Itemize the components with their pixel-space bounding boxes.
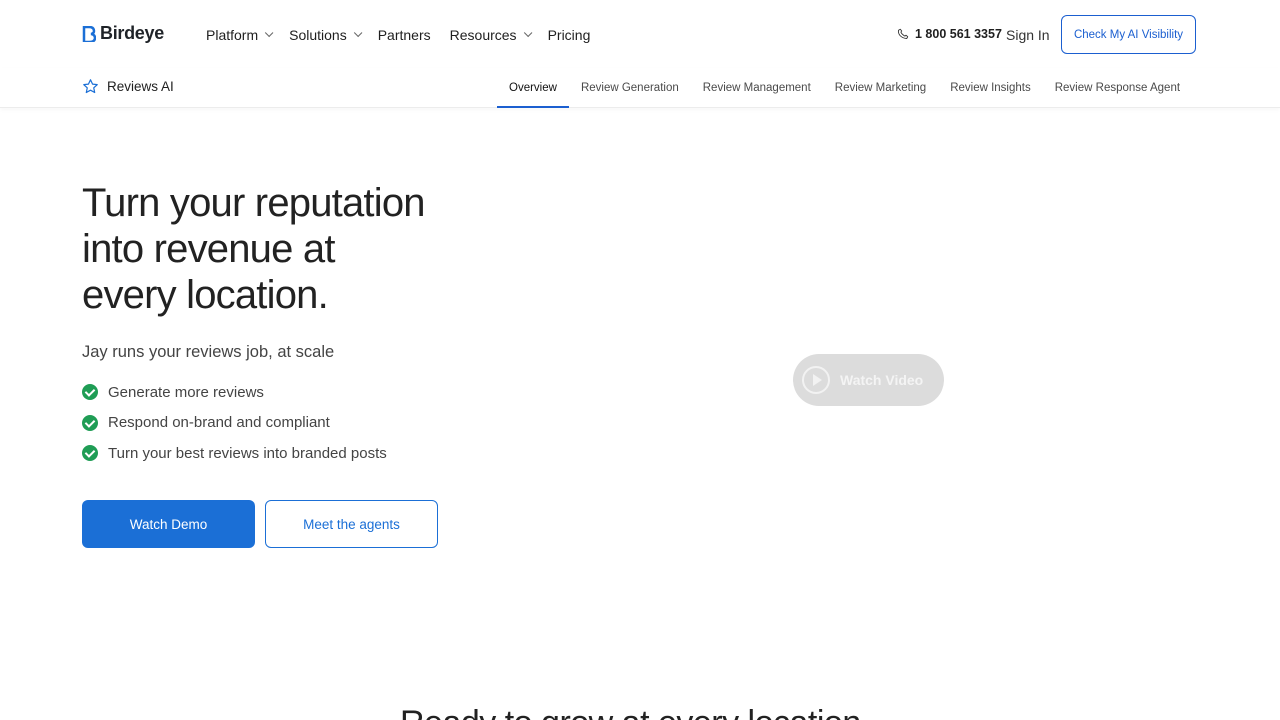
product-tabs: Overview Review Generation Review Manage… <box>497 68 1192 108</box>
check-circle-icon <box>82 414 98 431</box>
tab-review-management[interactable]: Review Management <box>691 68 823 108</box>
hero-subtitle: Jay runs your reviews job, at scale <box>82 343 335 361</box>
nav-platform-label: Platform <box>206 27 259 43</box>
star-icon <box>83 79 98 94</box>
chevron-down-icon <box>353 28 363 38</box>
top-navigation: Birdeye Platform Solutions Partners Reso… <box>0 0 1280 68</box>
list-item-label: Generate more reviews <box>108 383 264 401</box>
chevron-down-icon <box>265 28 274 38</box>
brand-name: Birdeye <box>100 23 164 43</box>
tab-review-insights[interactable]: Review Insights <box>938 68 1043 108</box>
birdeye-logo[interactable]: Birdeye <box>82 23 164 44</box>
nav-partners[interactable]: Partners <box>378 27 431 43</box>
product-subnav: Reviews AI Overview Review Generation Re… <box>0 68 1280 108</box>
next-section-heading: Ready to grow at every location <box>400 704 861 720</box>
tab-overview[interactable]: Overview <box>497 68 569 108</box>
list-item-label: Turn your best reviews into branded post… <box>108 444 387 462</box>
tab-review-generation[interactable]: Review Generation <box>569 68 691 108</box>
nav-pricing-label: Pricing <box>547 27 591 43</box>
chevron-down-icon <box>523 28 532 38</box>
phone-icon <box>897 28 909 39</box>
check-ai-visibility-button[interactable]: Check My AI Visibility <box>1061 15 1196 54</box>
sign-in-link[interactable]: Sign In <box>1006 27 1050 43</box>
list-item: Turn your best reviews into branded post… <box>82 438 387 469</box>
list-item-label: Respond on-brand and compliant <box>108 414 330 432</box>
nav-partners-label: Partners <box>377 27 431 43</box>
tab-review-marketing[interactable]: Review Marketing <box>823 68 938 108</box>
nav-resources-label: Resources <box>449 27 517 43</box>
check-circle-icon <box>82 445 98 462</box>
phone-link[interactable]: 1 800 561 3357 <box>897 27 1002 41</box>
nav-platform[interactable]: Platform <box>206 27 274 43</box>
feature-list: Generate more reviews Respond on-brand a… <box>82 377 387 469</box>
tab-review-response-agent[interactable]: Review Response Agent <box>1043 68 1192 108</box>
nav-solutions-label: Solutions <box>289 27 347 43</box>
watch-video-button[interactable]: Watch Video <box>793 354 944 406</box>
product-name[interactable]: Reviews AI <box>82 78 174 95</box>
hero-title-line: Turn your reputation <box>82 181 426 225</box>
hero-title: Turn your reputation into revenue at eve… <box>82 180 502 318</box>
birdeye-logo-icon <box>82 25 96 42</box>
product-label: Reviews AI <box>107 79 174 94</box>
watch-video-label: Watch Video <box>840 372 924 388</box>
check-circle-icon <box>82 384 98 401</box>
list-item: Generate more reviews <box>82 377 387 408</box>
nav-solutions[interactable]: Solutions <box>289 27 363 43</box>
watch-demo-button[interactable]: Watch Demo <box>82 500 255 548</box>
meet-the-agents-button[interactable]: Meet the agents <box>265 500 438 548</box>
play-icon <box>802 366 830 394</box>
nav-pricing[interactable]: Pricing <box>548 27 591 43</box>
hero-title-line: into revenue at <box>82 227 335 271</box>
nav-resources[interactable]: Resources <box>449 27 532 43</box>
main-nav: Platform Solutions Partners Resources Pr… <box>206 27 609 43</box>
list-item: Respond on-brand and compliant <box>82 408 387 439</box>
phone-number: 1 800 561 3357 <box>915 27 1002 41</box>
hero-title-line: every location. <box>82 273 329 317</box>
